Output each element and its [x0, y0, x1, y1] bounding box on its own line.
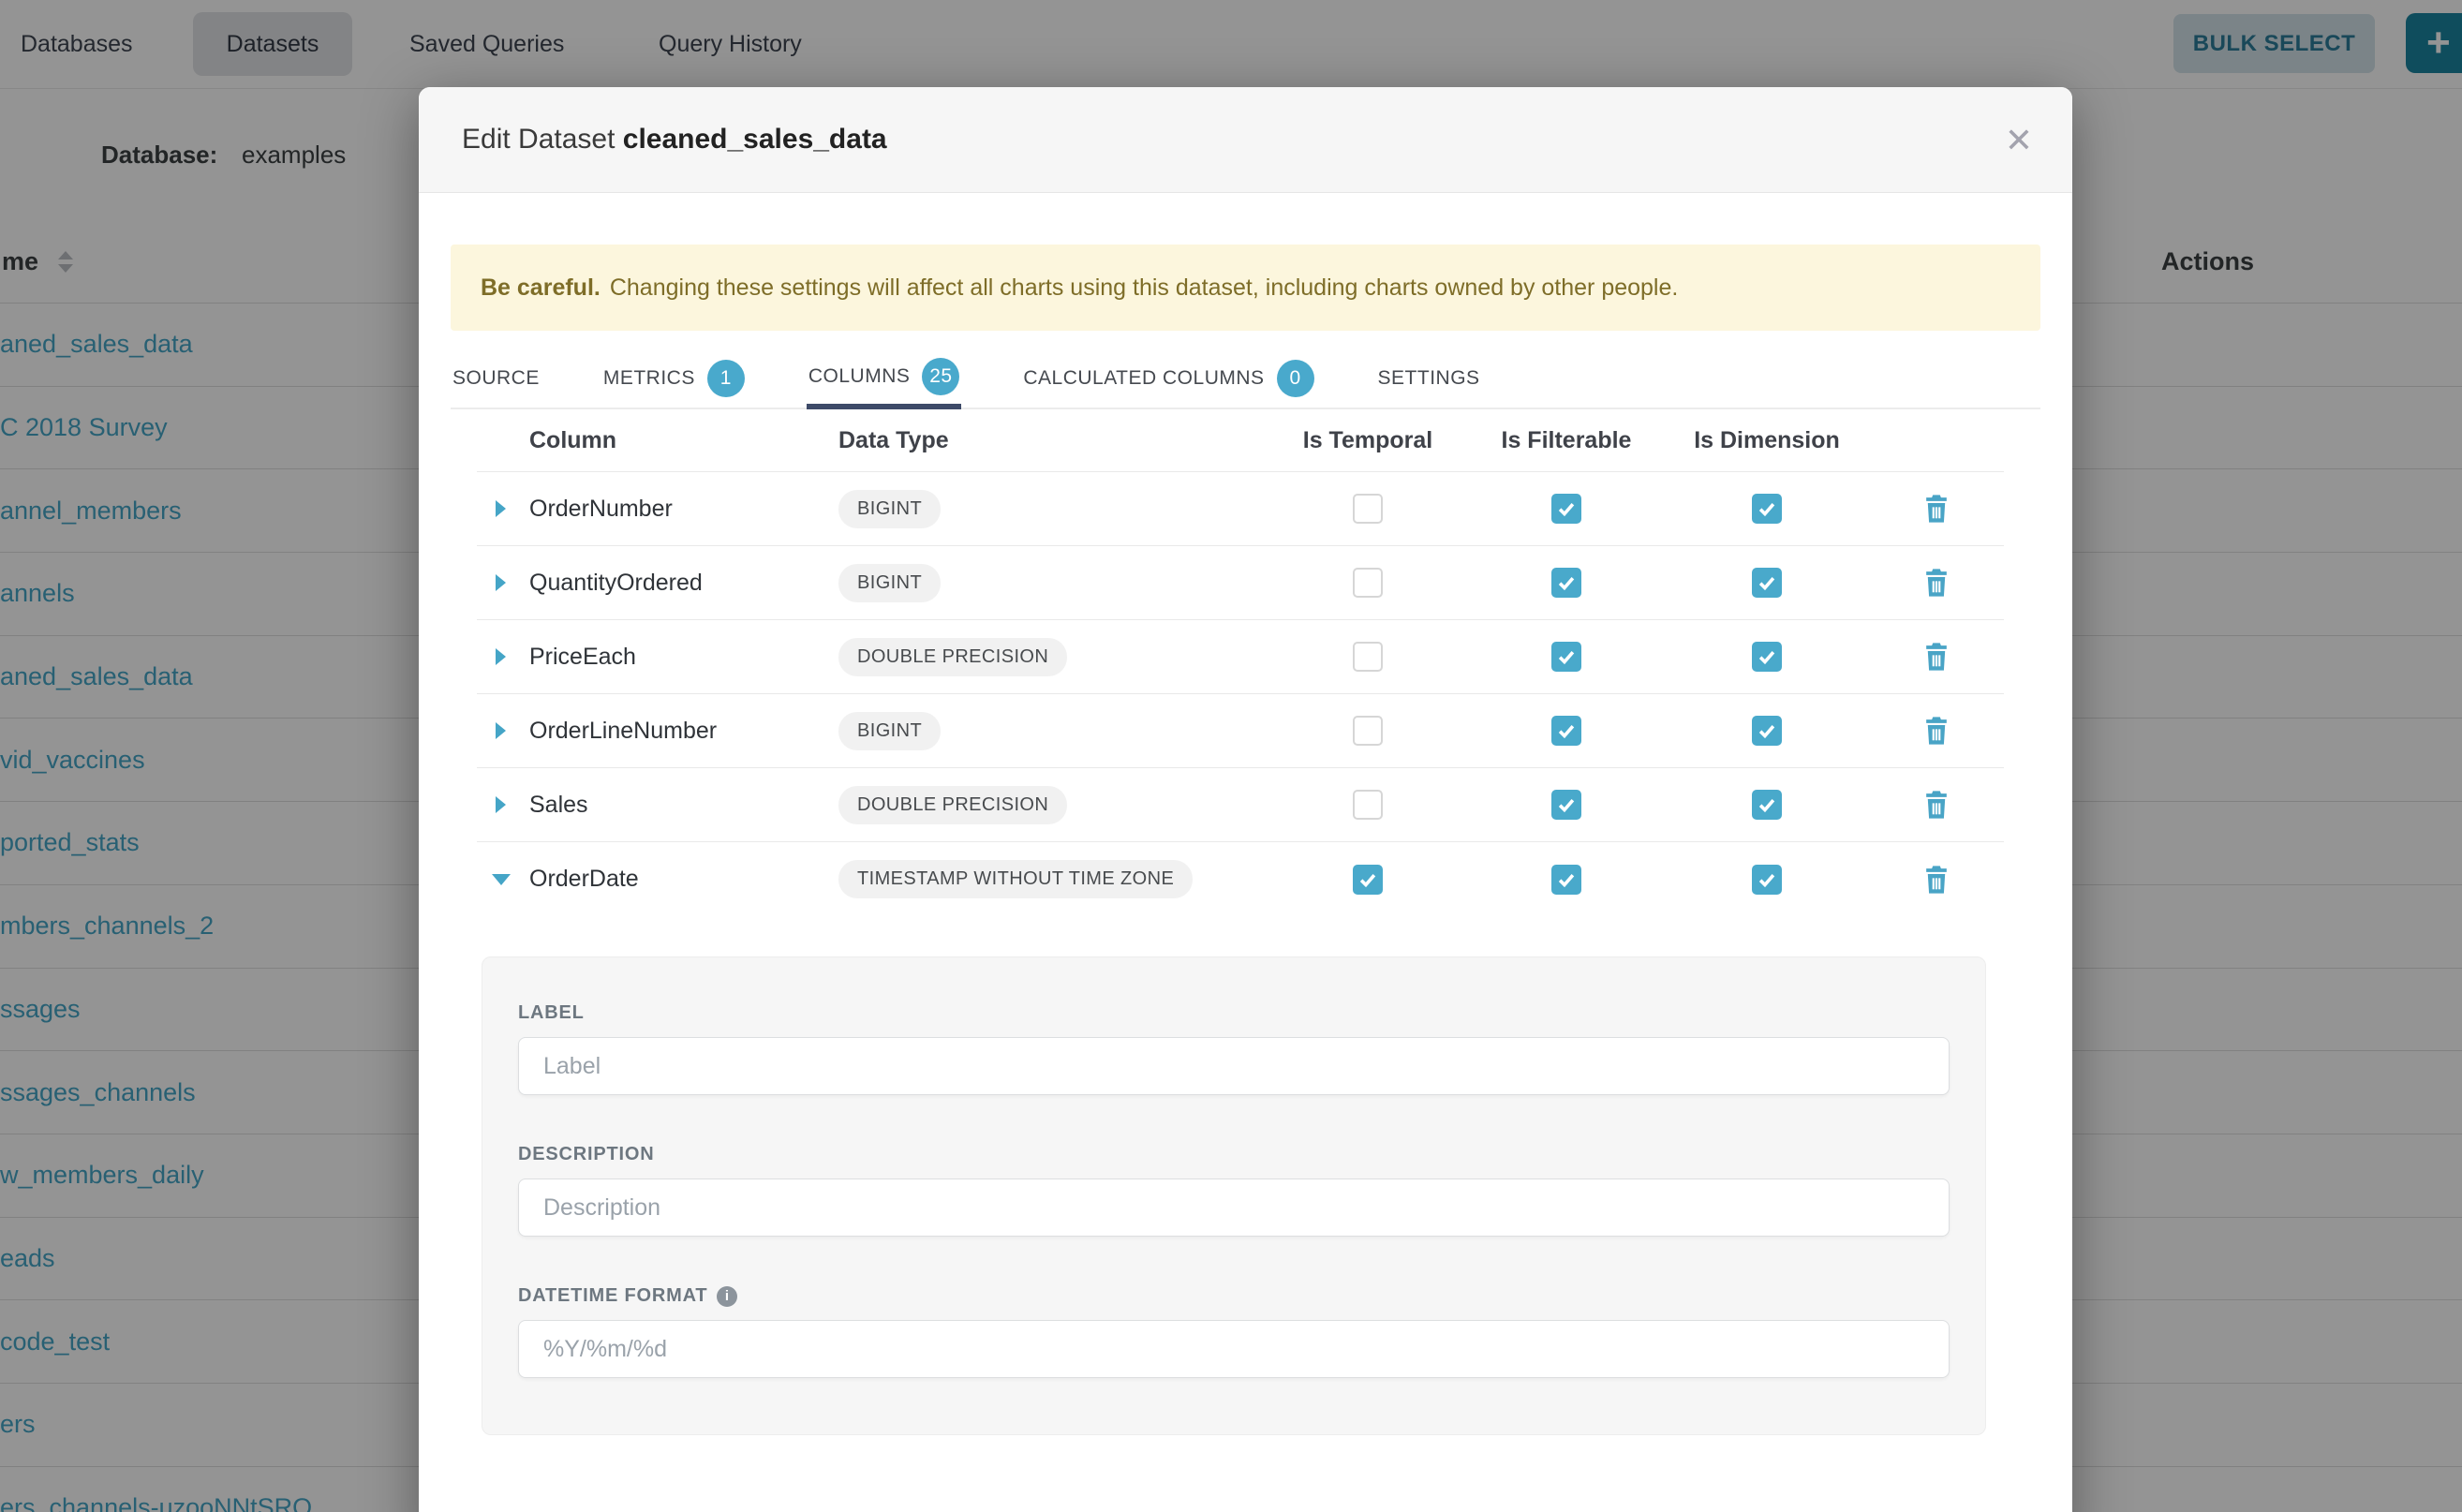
tab-columns[interactable]: COLUMNS25 — [807, 349, 962, 409]
expand-caret-icon[interactable] — [496, 500, 506, 517]
label-field-label: LABEL — [518, 1002, 1950, 1024]
delete-column-button[interactable] — [1924, 717, 1949, 745]
is-filterable-checkbox[interactable] — [1551, 642, 1581, 672]
close-icon[interactable]: ✕ — [2005, 87, 2033, 193]
is-temporal-checkbox[interactable] — [1353, 865, 1383, 895]
is-temporal-checkbox[interactable] — [1353, 716, 1383, 746]
trash-icon — [1924, 643, 1949, 671]
modal-body: Be careful. Changing these settings will… — [419, 245, 2072, 1435]
label-field-group: LABEL — [518, 1002, 1950, 1095]
app-screen: Databases Datasets Saved Queries Query H… — [0, 0, 2462, 1512]
is-temporal-checkbox[interactable] — [1353, 568, 1383, 598]
is-temporal-checkbox[interactable] — [1353, 494, 1383, 524]
column-name: PriceEach — [529, 644, 838, 671]
calculated-columns-count-badge: 0 — [1277, 360, 1314, 397]
is-temporal-checkbox[interactable] — [1353, 790, 1383, 820]
warning-banner: Be careful. Changing these settings will… — [451, 245, 2040, 331]
header-column: Column — [529, 427, 838, 454]
datetime-format-field-label: DATETIME FORMAT i — [518, 1285, 1950, 1307]
column-name: OrderLineNumber — [529, 718, 838, 745]
delete-column-button[interactable] — [1924, 791, 1949, 819]
column-name: OrderDate — [529, 866, 838, 893]
expand-caret-icon[interactable] — [496, 574, 506, 591]
header-is-dimension: Is Dimension — [1666, 427, 1868, 454]
columns-count-badge: 25 — [922, 358, 959, 395]
trash-icon — [1924, 866, 1949, 894]
is-dimension-checkbox[interactable] — [1752, 568, 1782, 598]
trash-icon — [1924, 717, 1949, 745]
trash-icon — [1924, 569, 1949, 597]
table-row: OrderNumber BIGINT — [477, 472, 2004, 546]
tab-settings[interactable]: SETTINGS — [1376, 349, 1482, 408]
datetime-format-input[interactable] — [518, 1320, 1950, 1378]
is-filterable-checkbox[interactable] — [1551, 865, 1581, 895]
tab-source[interactable]: SOURCE — [451, 349, 541, 408]
data-type-pill: BIGINT — [838, 490, 941, 528]
trash-icon — [1924, 495, 1949, 523]
table-row: PriceEach DOUBLE PRECISION — [477, 620, 2004, 694]
data-type-pill: DOUBLE PRECISION — [838, 638, 1067, 676]
columns-table-header: Column Data Type Is Temporal Is Filterab… — [477, 409, 2004, 472]
data-type-pill: TIMESTAMP WITHOUT TIME ZONE — [838, 860, 1193, 898]
modal-title: Edit Dataset cleaned_sales_data — [462, 124, 887, 156]
modal-tabs: SOURCE METRICS1 COLUMNS25 CALCULATED COL… — [451, 349, 2040, 409]
description-input[interactable] — [518, 1178, 1950, 1237]
column-detail-panel: LABEL DESCRIPTION DATETIME FORMAT i — [482, 956, 1986, 1435]
is-dimension-checkbox[interactable] — [1752, 642, 1782, 672]
header-data-type: Data Type — [838, 427, 1268, 454]
table-row: Sales DOUBLE PRECISION — [477, 768, 2004, 842]
dataset-name: cleaned_sales_data — [623, 124, 887, 155]
is-filterable-checkbox[interactable] — [1551, 494, 1581, 524]
delete-column-button[interactable] — [1924, 866, 1949, 894]
data-type-pill: BIGINT — [838, 564, 941, 602]
label-input[interactable] — [518, 1037, 1950, 1095]
description-field-label: DESCRIPTION — [518, 1144, 1950, 1165]
is-filterable-checkbox[interactable] — [1551, 716, 1581, 746]
table-row-expanded: OrderDate TIMESTAMP WITHOUT TIME ZONE — [477, 842, 2004, 916]
column-name: Sales — [529, 792, 838, 819]
metrics-count-badge: 1 — [707, 360, 745, 397]
trash-icon — [1924, 791, 1949, 819]
tab-metrics[interactable]: METRICS1 — [601, 349, 747, 408]
expand-caret-icon[interactable] — [496, 722, 506, 739]
column-name: QuantityOrdered — [529, 570, 838, 597]
table-row: QuantityOrdered BIGINT — [477, 546, 2004, 620]
header-is-temporal: Is Temporal — [1268, 427, 1467, 454]
expand-caret-icon[interactable] — [496, 648, 506, 665]
edit-dataset-modal: Edit Dataset cleaned_sales_data ✕ Be car… — [419, 87, 2072, 1512]
modal-header: Edit Dataset cleaned_sales_data ✕ — [419, 87, 2072, 193]
data-type-pill: BIGINT — [838, 712, 941, 750]
delete-column-button[interactable] — [1924, 643, 1949, 671]
warning-text: Changing these settings will affect all … — [610, 274, 1679, 302]
datetime-format-field-group: DATETIME FORMAT i — [518, 1285, 1950, 1378]
is-dimension-checkbox[interactable] — [1752, 494, 1782, 524]
is-dimension-checkbox[interactable] — [1752, 790, 1782, 820]
is-filterable-checkbox[interactable] — [1551, 790, 1581, 820]
is-dimension-checkbox[interactable] — [1752, 865, 1782, 895]
description-field-group: DESCRIPTION — [518, 1144, 1950, 1237]
data-type-pill: DOUBLE PRECISION — [838, 786, 1067, 824]
delete-column-button[interactable] — [1924, 495, 1949, 523]
expand-caret-icon[interactable] — [496, 796, 506, 813]
info-icon[interactable]: i — [717, 1286, 737, 1307]
is-dimension-checkbox[interactable] — [1752, 716, 1782, 746]
is-filterable-checkbox[interactable] — [1551, 568, 1581, 598]
column-name: OrderNumber — [529, 496, 838, 523]
columns-table: Column Data Type Is Temporal Is Filterab… — [477, 409, 2004, 916]
collapse-caret-icon[interactable] — [492, 874, 511, 885]
warning-bold: Be careful. — [481, 274, 601, 302]
tab-calculated-columns[interactable]: CALCULATED COLUMNS0 — [1021, 349, 1315, 408]
header-is-filterable: Is Filterable — [1467, 427, 1666, 454]
is-temporal-checkbox[interactable] — [1353, 642, 1383, 672]
delete-column-button[interactable] — [1924, 569, 1949, 597]
table-row: OrderLineNumber BIGINT — [477, 694, 2004, 768]
